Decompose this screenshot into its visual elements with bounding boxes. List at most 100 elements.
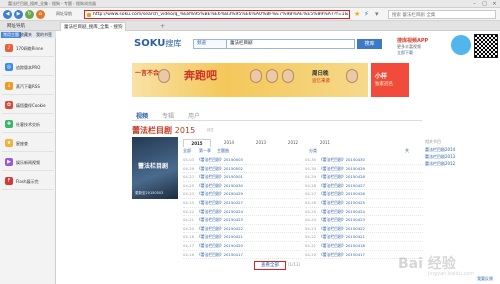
episode-row[interactable]: 04-18 《蕾法栏目剧》20150421	[183, 233, 301, 242]
episode-title[interactable]: 《蕾法栏目剧》20150424	[197, 208, 297, 217]
tab-nav[interactable]: 网址导航	[4, 22, 28, 31]
promo-banner[interactable]: 一言不合 奔跑吧 周日晚 追忆来袭	[132, 63, 368, 97]
year-tab-2015[interactable]: 2015	[183, 139, 211, 147]
episode-date: 04-24	[305, 217, 317, 223]
year-tab-2012[interactable]: 2012	[279, 139, 307, 147]
maximize-button[interactable]: □	[480, 1, 489, 7]
episode-row[interactable]: 04-21 《蕾法栏目剧》20150423	[183, 216, 301, 225]
url-field[interactable]: http://www.soku.com/search_video/q_%E8%9…	[84, 10, 350, 19]
episode-row[interactable]: 04-23 《蕾法栏目剧》20150422	[305, 225, 423, 234]
episode-title[interactable]: 《蕾法栏目剧》20150421	[319, 233, 419, 242]
chevron-down-icon[interactable]: ▾	[375, 10, 379, 18]
episode-row[interactable]: 04-26 《蕾法栏目剧》20150425	[305, 199, 423, 208]
address-label: 网址导航	[56, 11, 72, 16]
year-tab-2013[interactable]: 2013	[247, 139, 275, 147]
episode-row[interactable]: 04-29 《蕾法栏目剧》20150428	[305, 173, 423, 182]
episode-title[interactable]: 《蕾法栏目剧》20150427	[197, 199, 297, 208]
episode-row[interactable]: 04-22 《蕾法栏目剧》20150421	[305, 233, 423, 242]
new-tab-icon[interactable]: +	[160, 23, 165, 30]
filter-theme[interactable]: 主题曲	[217, 148, 229, 154]
episode-title[interactable]: 《蕾法栏目剧》20150429	[319, 165, 419, 174]
episode-title[interactable]: 《蕾法栏目剧》20150430	[319, 156, 419, 165]
app-promo[interactable]: 搜库视频APP 更多丰富视频 立即下载	[393, 35, 448, 57]
episode-title[interactable]: 《蕾法栏目剧》20150501	[197, 173, 297, 182]
episode-title[interactable]: 《蕾法栏目剧》20150423	[197, 216, 297, 225]
filter-season[interactable]: 第一季	[199, 148, 211, 154]
tab-video[interactable]: 视频	[136, 111, 148, 120]
related-link[interactable]: 蕾法栏目剧2013	[425, 154, 455, 160]
lightning-icon[interactable]: ⚡	[364, 10, 369, 18]
episode-row[interactable]: 05-03 《蕾法栏目剧》20150503	[183, 156, 301, 165]
filter-all[interactable]: 全部	[183, 148, 191, 154]
episode-title[interactable]: 《蕾法栏目剧》20150430	[197, 182, 297, 191]
sidebar-item[interactable]: F Flash展示完	[2, 173, 54, 190]
episode-row[interactable]: 04-25 《蕾法栏目剧》20150424	[305, 208, 423, 217]
sidebar-item[interactable]: ◎ 追踪版本PRO	[2, 59, 54, 76]
search-input[interactable]: 搜索 蕾法栏目剧 全集	[388, 10, 496, 19]
sidebar-tab-favorites[interactable]: 收藏夹	[20, 32, 32, 38]
refresh-icon[interactable]: ↻	[25, 10, 34, 19]
episode-title[interactable]: 《蕾法栏目剧》20150423	[319, 216, 419, 225]
episode-title[interactable]: 《蕾法栏目剧》20150425	[319, 199, 419, 208]
close-button[interactable]: ×	[490, 1, 499, 7]
episode-row[interactable]: 04-27 《蕾法栏目剧》20150501	[183, 173, 301, 182]
site-logo[interactable]: SOKU搜库	[134, 38, 181, 49]
episode-row[interactable]: 04-24 《蕾法栏目剧》20150423	[305, 216, 423, 225]
episode-title[interactable]: 《蕾法栏目剧》20150420	[197, 242, 297, 251]
episode-row[interactable]: 04-25 《蕾法栏目剧》20150430	[183, 182, 301, 191]
episode-title[interactable]: 《蕾法栏目剧》20150428	[319, 173, 419, 182]
sidebar-item[interactable]: ✚ 社客技术交析	[2, 116, 54, 133]
year-tab-2014[interactable]: 2014	[215, 139, 243, 147]
sidebar-item[interactable]: ✿ 痛悟重伴Cookie	[2, 97, 54, 114]
episode-title[interactable]: 《蕾法栏目剧》20150417	[197, 251, 297, 260]
tab-album[interactable]: 专辑	[162, 111, 174, 120]
episode-title[interactable]: 《蕾法栏目剧》20150422	[319, 225, 419, 234]
minimize-button[interactable]: –	[470, 1, 479, 7]
related-link[interactable]: 蕾法栏目剧2012	[425, 161, 455, 167]
episode-date: 04-30	[305, 165, 317, 171]
sidebar-tab-bookmarks[interactable]: 我的书签	[36, 32, 52, 38]
episode-row[interactable]: 04-17 《蕾法栏目剧》20150420	[183, 242, 301, 251]
episode-row[interactable]: 04-23 《蕾法栏目剧》20150429	[183, 190, 301, 199]
episode-row[interactable]: 04-28 《蕾法栏目剧》20150427	[305, 182, 423, 191]
episode-title[interactable]: 《蕾法栏目剧》20150503	[197, 156, 297, 165]
episode-title[interactable]: 《蕾法栏目剧》20150424	[319, 208, 419, 217]
related-link[interactable]: 蕾法栏目剧2014	[425, 147, 455, 153]
site-search-input[interactable]: 蕾法栏目剧	[227, 39, 355, 49]
episode-row[interactable]: 04-16 《蕾法栏目剧》20150417	[183, 251, 301, 260]
star-icon[interactable]: ★	[354, 10, 360, 18]
episode-row[interactable]: 04-23 《蕾法栏目剧》20150427	[183, 199, 301, 208]
episode-row[interactable]: 04-29 《蕾法栏目剧》20150502	[183, 165, 301, 174]
show-poster[interactable]: 蕾法栏目剧 更新至20150503	[132, 137, 178, 199]
sidebar-item[interactable]: ♪ 170网络Rinne	[2, 40, 54, 57]
episode-row[interactable]: 04-30 《蕾法栏目剧》20150429	[305, 165, 423, 174]
category-select[interactable]: 频道	[193, 39, 227, 49]
sort-category[interactable]: 分类	[309, 148, 317, 154]
view-all-button[interactable]: 查看全部	[254, 261, 286, 270]
forward-icon[interactable]: ▶	[14, 10, 23, 19]
episode-title[interactable]: 《蕾法栏目剧》20150422	[197, 225, 297, 234]
sidebar-item[interactable]: ★ 星座查	[2, 135, 54, 152]
episode-title[interactable]: 《蕾法栏目剧》20150429	[197, 190, 297, 199]
show-title[interactable]: 蕾法栏目剧 2015	[132, 125, 195, 136]
episode-title[interactable]: 《蕾法栏目剧》20150502	[197, 165, 297, 174]
episode-row[interactable]: 04-22 《蕾法栏目剧》20150424	[183, 208, 301, 217]
site-search-button[interactable]: 搜库	[357, 39, 382, 49]
episode-date: 04-30	[305, 157, 317, 162]
tab-user[interactable]: 用户	[188, 111, 200, 120]
year-tab-2011[interactable]: 2011	[311, 139, 339, 147]
episode-title[interactable]: 《蕾法栏目剧》20150426	[319, 190, 419, 199]
back-icon[interactable]: ◀	[3, 10, 12, 19]
episode-title[interactable]: 《蕾法栏目剧》20150427	[319, 182, 419, 191]
episode-row[interactable]: 04-27 《蕾法栏目剧》20150426	[305, 190, 423, 199]
sidebar-tab-common[interactable]: 常用主题	[1, 32, 21, 38]
tab-current[interactable]: 蕾法栏目剧_搜库_全集 - 搜狗	[60, 22, 127, 31]
sidebar-item[interactable]: ▶ 娱乐新闻视频	[2, 154, 54, 171]
episode-row[interactable]: 04-20 《蕾法栏目剧》20150422	[183, 225, 301, 234]
episode-row[interactable]: 04-30 《蕾法栏目剧》20150430	[305, 156, 423, 165]
home-icon[interactable]: ⌂	[36, 10, 45, 19]
sidebar-item[interactable]: ↓ 蒸汽下载RSS	[2, 78, 54, 95]
episode-title[interactable]: 《蕾法栏目剧》20150421	[197, 233, 297, 242]
sort-total[interactable]: 共	[405, 148, 409, 154]
sponsor-ad[interactable]: 小样 独家冠名	[371, 63, 409, 97]
